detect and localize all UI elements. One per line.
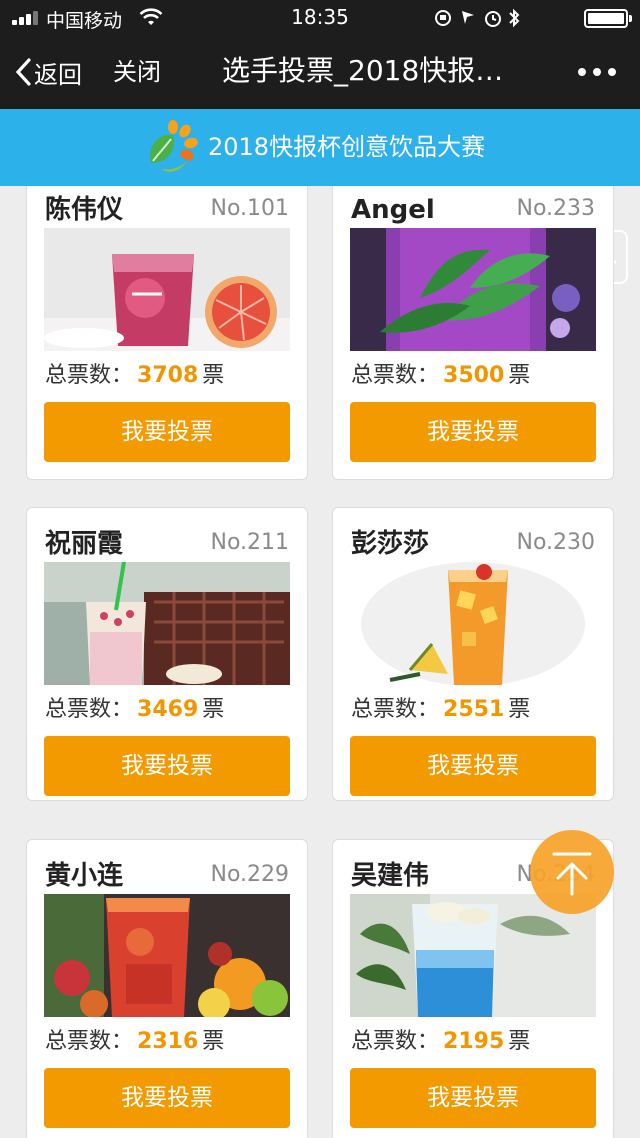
vote-total-label: 总票数： — [45, 697, 134, 722]
vote-unit: 票 — [202, 363, 225, 388]
contestant-card: 陈伟仪 No.101 总票数： 3708 票 我要投票 — [26, 186, 308, 480]
page-title: 选手投票_2018快报… — [222, 54, 504, 87]
vote-count: 2195 — [443, 1029, 505, 1054]
close-button[interactable]: 关闭 — [113, 55, 161, 89]
vote-count: 2316 — [137, 1029, 199, 1054]
vote-total: 总票数： 3708 票 — [45, 360, 224, 392]
contestant-card: Angel No.233 总票数： 3500 票 我要投票 — [332, 186, 614, 480]
contest-title: 2018快报杯创意饮品大赛 — [208, 133, 486, 161]
battery-icon — [584, 9, 632, 28]
status-icons — [435, 8, 520, 28]
back-button[interactable]: 返回 — [14, 55, 82, 89]
vote-total: 总票数： 2316 票 — [45, 1026, 224, 1058]
contestant-name: Angel — [351, 195, 435, 225]
vote-total-label: 总票数： — [351, 363, 440, 388]
contestant-card: 彭莎莎 No.230 总票数： 2551 票 我要投票 — [332, 507, 614, 801]
vote-unit: 票 — [508, 697, 531, 722]
contestant-name: 吴建伟 — [351, 861, 430, 891]
contestant-number: No.230 — [516, 530, 595, 555]
contestant-card: 黄小连 No.229 总票数： 2316 票 我要投票 — [26, 839, 308, 1138]
contestant-card: 祝丽霞 No.211 总票数： 3469 票 我要投票 — [26, 507, 308, 801]
vote-count: 3500 — [443, 363, 505, 388]
drink-photo[interactable] — [44, 562, 290, 685]
vote-total-label: 总票数： — [45, 1029, 134, 1054]
vote-button[interactable]: 我要投票 — [350, 736, 596, 796]
vote-button[interactable]: 我要投票 — [44, 402, 290, 462]
contestant-number: No.101 — [210, 196, 289, 221]
vote-count: 3469 — [137, 697, 199, 722]
leaf-logo-icon — [150, 120, 198, 172]
drink-photo[interactable] — [44, 894, 290, 1017]
contestant-number: No.233 — [516, 196, 595, 221]
clock-time: 18:35 — [291, 5, 349, 29]
vote-button[interactable]: 我要投票 — [350, 402, 596, 462]
drink-photo[interactable] — [350, 562, 596, 685]
arrow-up-icon — [552, 852, 592, 896]
contestant-name: 黄小连 — [45, 861, 124, 891]
chevron-left-icon — [15, 58, 31, 86]
back-label: 返回 — [34, 60, 82, 89]
vote-button[interactable]: 我要投票 — [350, 1068, 596, 1128]
back-to-top-button[interactable] — [530, 830, 614, 914]
vote-total-label: 总票数： — [351, 1029, 440, 1054]
vote-unit: 票 — [202, 697, 225, 722]
drink-photo[interactable] — [44, 228, 290, 351]
vote-button[interactable]: 我要投票 — [44, 1068, 290, 1128]
contestant-name: 陈伟仪 — [45, 195, 124, 225]
vote-total: 总票数： 3469 票 — [45, 694, 224, 726]
vote-count: 2551 — [443, 697, 505, 722]
contestant-name: 祝丽霞 — [45, 529, 124, 559]
vote-total: 总票数： 2551 票 — [351, 694, 530, 726]
contest-banner: 2018快报杯创意饮品大赛 — [0, 109, 640, 284]
nav-bar: 返回 关闭 选手投票_2018快报… — [0, 36, 640, 109]
vote-total: 总票数： 3500 票 — [351, 360, 530, 392]
vote-total-label: 总票数： — [45, 363, 134, 388]
vote-button[interactable]: 我要投票 — [44, 736, 290, 796]
vote-total: 总票数： 2195 票 — [351, 1026, 530, 1058]
vote-unit: 票 — [508, 363, 531, 388]
vote-total-label: 总票数： — [351, 697, 440, 722]
contestant-number: No.229 — [210, 862, 289, 887]
vote-unit: 票 — [202, 1029, 225, 1054]
vote-count: 3708 — [137, 363, 199, 388]
contestant-number: No.211 — [210, 530, 289, 555]
more-dots-icon[interactable] — [578, 66, 616, 78]
vote-unit: 票 — [508, 1029, 531, 1054]
contestant-name: 彭莎莎 — [351, 529, 430, 559]
drink-photo[interactable] — [350, 228, 596, 351]
status-bar: 中国移动 18:35 — [0, 0, 640, 36]
